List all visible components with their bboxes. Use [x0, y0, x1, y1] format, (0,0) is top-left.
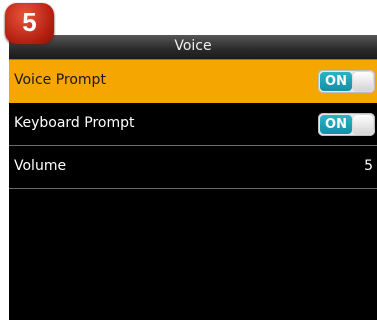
- page-title: Voice: [174, 38, 212, 54]
- setting-label: Voice Prompt: [14, 72, 106, 88]
- step-number-badge: 5: [5, 3, 54, 44]
- setting-label: Volume: [14, 158, 67, 174]
- keyboard-prompt-toggle[interactable]: ON: [318, 113, 375, 136]
- toggle-on-label: ON: [320, 115, 352, 134]
- toggle-knob: [353, 115, 373, 134]
- setting-row-volume[interactable]: Volume 5: [9, 146, 377, 189]
- setting-label: Keyboard Prompt: [14, 115, 135, 131]
- voice-prompt-toggle[interactable]: ON: [318, 70, 375, 93]
- device-screen-figure: Voice Voice Prompt ON Keyboard Prompt ON…: [0, 0, 377, 320]
- toggle-knob: [353, 72, 373, 91]
- volume-value: 5: [364, 158, 373, 174]
- setting-row-voice-prompt[interactable]: Voice Prompt ON: [9, 60, 377, 103]
- title-bar: Voice: [9, 35, 377, 60]
- toggle-on-label: ON: [320, 72, 352, 91]
- step-number: 5: [22, 7, 37, 37]
- device-screen: Voice Voice Prompt ON Keyboard Prompt ON…: [9, 35, 377, 320]
- setting-row-keyboard-prompt[interactable]: Keyboard Prompt ON: [9, 103, 377, 146]
